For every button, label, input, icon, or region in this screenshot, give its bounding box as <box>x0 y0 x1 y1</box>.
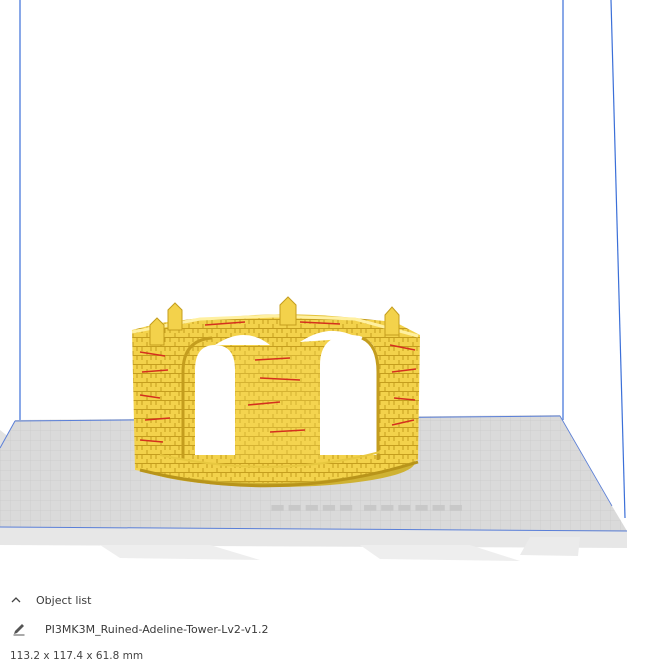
3d-viewport[interactable]: ▬▬▬▬▬ ▬▬▬▬▬▬ <box>0 0 665 585</box>
bed-logo-watermark: ▬▬▬▬▬ ▬▬▬▬▬▬ <box>270 497 465 516</box>
pencil-icon[interactable] <box>12 622 26 636</box>
dimensions-label: 113.2 x 117.4 x 61.8 mm <box>10 650 144 662</box>
object-dimensions: 113.2 x 117.4 x 61.8 mm <box>10 646 143 666</box>
object-list-item[interactable]: PI3MK3M_Ruined-Adeline-Tower-Lv2-v1.2 <box>12 619 269 639</box>
object-list-panel: Object list PI3MK3M_Ruined-Adeline-Tower… <box>0 585 665 664</box>
viewport-canvas[interactable]: ▬▬▬▬▬ ▬▬▬▬▬▬ <box>0 0 665 585</box>
model-ruined-tower[interactable] <box>131 296 420 488</box>
object-name: PI3MK3M_Ruined-Adeline-Tower-Lv2-v1.2 <box>45 622 269 636</box>
object-list-header[interactable]: Object list <box>9 590 91 610</box>
object-list-label: Object list <box>36 593 92 607</box>
chevron-up-icon[interactable] <box>9 593 23 607</box>
